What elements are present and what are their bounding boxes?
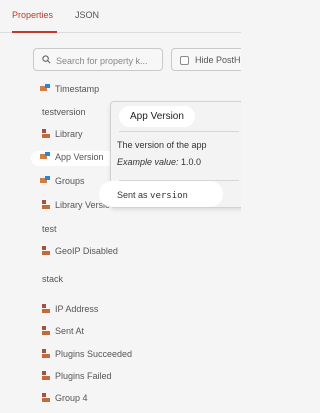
hide-posthog-properties-toggle[interactable]: Hide PostH xyxy=(171,48,241,71)
property-row-app-version[interactable]: App Version xyxy=(40,151,104,162)
property-row-ip-address[interactable]: IP Address xyxy=(42,303,98,314)
property-icon xyxy=(42,326,51,336)
popover-sent-as: Sent as version xyxy=(117,190,188,201)
example-label: Example value: xyxy=(117,157,179,167)
posthog-logo-icon xyxy=(40,152,51,161)
property-row-geoip-disabled[interactable]: GeoIP Disabled xyxy=(42,245,118,256)
tab-bar: Properties JSON xyxy=(0,0,241,33)
active-tab-indicator xyxy=(12,31,57,33)
popover-example: Example value: 1.0.0 xyxy=(117,157,201,167)
divider xyxy=(119,131,239,132)
property-row-library[interactable]: Library xyxy=(42,128,83,139)
property-icon xyxy=(42,246,51,256)
property-row-group-4[interactable]: Group 4 xyxy=(42,392,88,403)
properties-panel: Properties JSON Hide PostH Timestamp tes… xyxy=(0,0,241,413)
property-icon xyxy=(42,200,51,210)
search-input[interactable] xyxy=(56,53,160,68)
popover-description: The version of the app xyxy=(117,140,207,150)
property-definition-popover: App Version The version of the app Examp… xyxy=(99,101,241,208)
hide-posthog-label: Hide PostH xyxy=(195,55,241,65)
property-row-groups[interactable]: Groups xyxy=(40,175,85,186)
property-row-plugins-succeeded[interactable]: Plugins Succeeded xyxy=(42,348,132,359)
search-box[interactable] xyxy=(33,48,163,71)
property-icon xyxy=(42,129,51,139)
property-icon xyxy=(42,304,51,314)
property-row-sent-at[interactable]: Sent At xyxy=(42,325,84,336)
sent-as-value: version xyxy=(150,191,188,201)
property-row-timestamp[interactable]: Timestamp xyxy=(40,83,99,94)
popover-title: App Version xyxy=(130,111,184,122)
sent-as-label: Sent as xyxy=(117,190,151,200)
posthog-logo-icon xyxy=(40,176,51,185)
posthog-logo-icon xyxy=(40,84,51,93)
search-icon xyxy=(42,55,51,64)
tab-json[interactable]: JSON xyxy=(75,10,99,20)
hide-posthog-checkbox[interactable] xyxy=(180,56,189,65)
property-icon xyxy=(42,371,51,381)
tab-properties[interactable]: Properties xyxy=(12,10,53,20)
example-value: 1.0.0 xyxy=(178,157,202,167)
property-icon xyxy=(42,393,51,403)
property-row-test[interactable]: test xyxy=(42,223,57,234)
property-row-stack[interactable]: stack xyxy=(42,273,63,284)
property-row-plugins-failed[interactable]: Plugins Failed xyxy=(42,370,112,381)
property-row-testversion[interactable]: testversion xyxy=(42,106,86,117)
property-icon xyxy=(42,349,51,359)
